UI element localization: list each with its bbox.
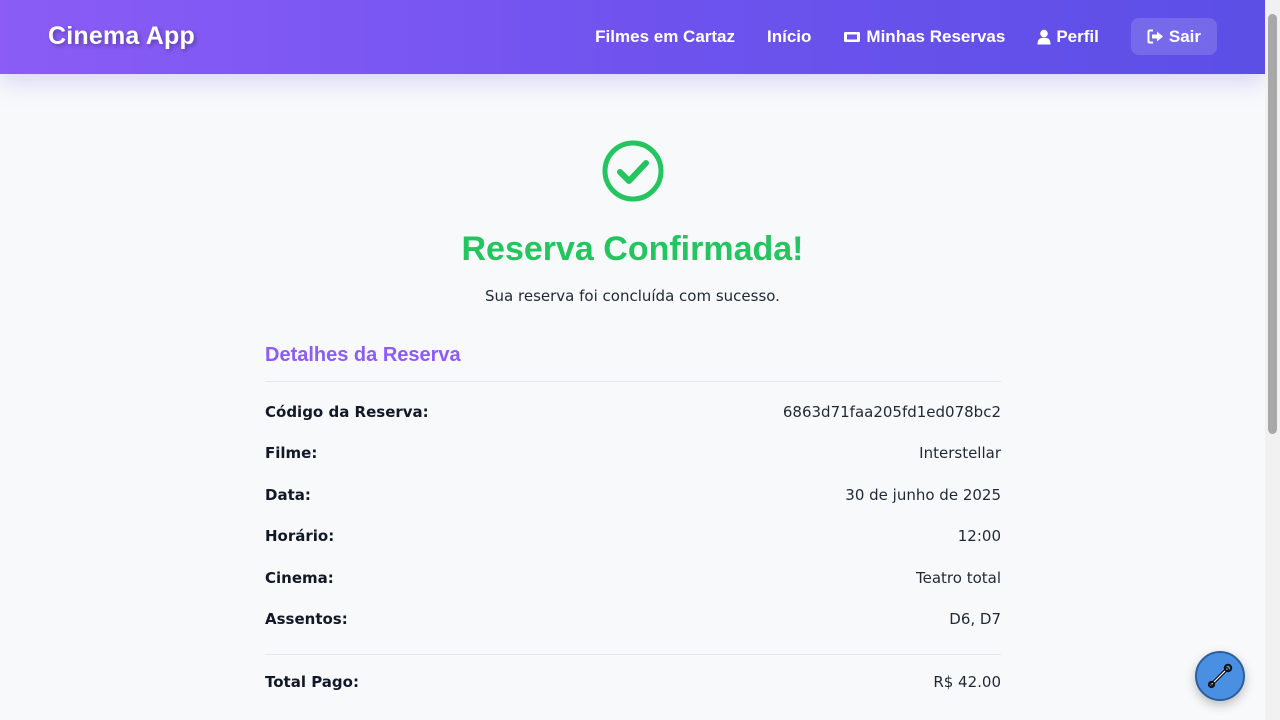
detail-row-code: Código da Reserva: 6863d71faa205fd1ed078…	[265, 391, 1001, 433]
detail-row-movie: Filme: Interstellar	[265, 433, 1001, 475]
page-scrollbar[interactable]	[1265, 0, 1280, 720]
detail-row-date: Data: 30 de junho de 2025	[265, 474, 1001, 516]
nav-link-label: Minhas Reservas	[866, 26, 1006, 46]
nav-link-my-reservations[interactable]: Minhas Reservas	[827, 18, 1021, 55]
detail-row-time: Horário: 12:00	[265, 516, 1001, 558]
logout-label: Sair	[1168, 26, 1201, 46]
nav-link-label: Perfil	[1056, 26, 1099, 46]
detail-value: 30 de junho de 2025	[845, 485, 1001, 504]
nav-link-home[interactable]: Início	[751, 18, 827, 55]
detail-value: Teatro total	[916, 568, 1001, 587]
nav-link-label: Filmes em Cartaz	[595, 26, 736, 46]
detail-value: 6863d71faa205fd1ed078bc2	[782, 402, 1001, 421]
details-title: Detalhes da Reserva	[265, 344, 1001, 382]
detail-label: Assentos:	[265, 610, 348, 629]
reservation-details: Detalhes da Reserva Código da Reserva: 6…	[265, 344, 1001, 691]
navbar: Cinema App Filmes em Cartaz Início Minha…	[0, 0, 1265, 74]
total-label: Total Pago:	[265, 673, 359, 691]
detail-label: Data:	[265, 485, 311, 504]
nav-link-label: Início	[767, 26, 812, 46]
user-icon	[1037, 29, 1051, 45]
detail-label: Horário:	[265, 527, 335, 546]
detail-row-cinema: Cinema: Teatro total	[265, 557, 1001, 599]
total-paid-row: Total Pago: R$ 42.00	[265, 654, 1001, 691]
detail-label: Cinema:	[265, 568, 334, 587]
logout-icon	[1147, 29, 1164, 44]
nav-links: Filmes em Cartaz Início Minhas Reservas …	[579, 18, 1217, 55]
ticket-icon	[843, 30, 861, 44]
detail-label: Filme:	[265, 444, 318, 463]
nav-link-profile[interactable]: Perfil	[1021, 18, 1115, 55]
logout-button[interactable]: Sair	[1130, 18, 1217, 55]
detail-label: Código da Reserva:	[265, 402, 429, 421]
wrench-icon	[1206, 662, 1234, 690]
confirmation-subtitle: Sua reserva foi concluída com sucesso.	[485, 287, 780, 305]
confirmation-page: Reserva Confirmada! Sua reserva foi conc…	[0, 74, 1265, 720]
details-list: Código da Reserva: 6863d71faa205fd1ed078…	[265, 382, 1001, 640]
total-value: R$ 42.00	[933, 673, 1001, 691]
check-circle-icon	[601, 139, 665, 203]
confirmation-title: Reserva Confirmada!	[461, 230, 804, 268]
detail-row-seats: Assentos: D6, D7	[265, 599, 1001, 641]
floating-action-button[interactable]	[1195, 651, 1245, 701]
detail-value: Interstellar	[919, 444, 1001, 463]
brand-logo[interactable]: Cinema App	[48, 22, 195, 51]
detail-value: D6, D7	[949, 610, 1001, 629]
scrollbar-thumb[interactable]	[1268, 14, 1277, 434]
detail-value: 12:00	[957, 527, 1001, 546]
nav-link-now-showing[interactable]: Filmes em Cartaz	[579, 18, 751, 55]
